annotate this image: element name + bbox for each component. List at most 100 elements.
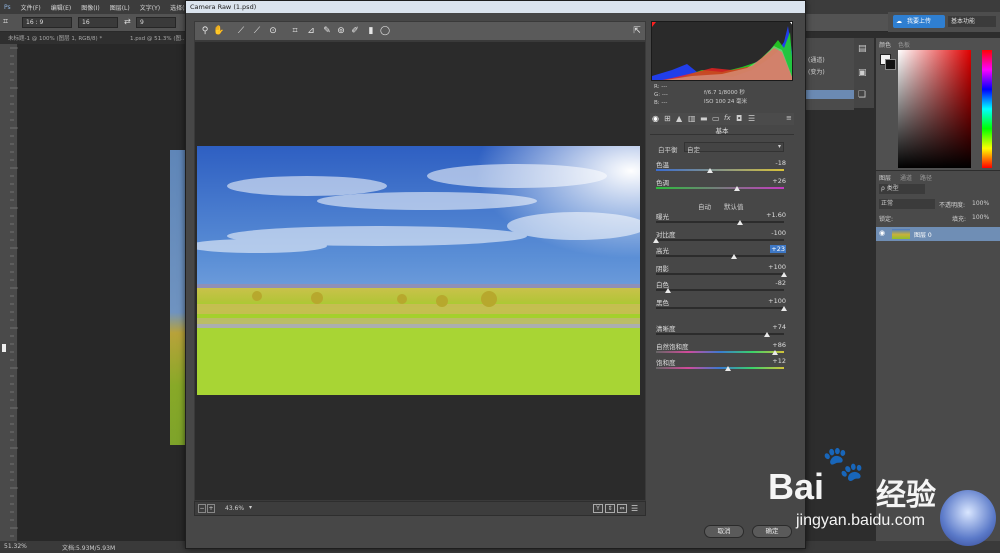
lens-tab-icon[interactable]: ▭ xyxy=(712,114,720,123)
open-preferences-icon[interactable]: ⇱ xyxy=(631,25,643,37)
slider-track[interactable] xyxy=(656,187,784,189)
white-balance-select[interactable]: 自定 ▾ xyxy=(684,142,784,154)
graduated-filter-icon[interactable]: ▮ xyxy=(365,25,377,37)
background-color-swatch[interactable] xyxy=(885,59,896,70)
tone-curve-tab-icon[interactable]: ⊞ xyxy=(664,114,671,123)
color-sampler-icon[interactable]: ⟋ xyxy=(251,25,263,37)
panel-menu-icon[interactable]: ≡ xyxy=(786,114,792,122)
slider-track[interactable] xyxy=(656,221,784,223)
slider-track[interactable] xyxy=(656,239,784,241)
slider-track[interactable] xyxy=(656,307,784,309)
slider-track[interactable] xyxy=(656,289,784,291)
slider-thumb[interactable] xyxy=(733,186,740,191)
fx-tab-icon[interactable]: fx xyxy=(724,114,731,122)
color-tab[interactable]: 颜色 xyxy=(879,40,891,49)
white-balance-tool-icon[interactable]: ⟋ xyxy=(235,25,247,37)
highlight-clipping-icon[interactable] xyxy=(790,22,793,27)
slider-thumb[interactable] xyxy=(737,220,744,225)
width-input[interactable]: 16 xyxy=(78,17,118,28)
swap-settings-icon[interactable]: ⇕ xyxy=(605,504,615,513)
tab-paths[interactable]: 路径 xyxy=(920,173,932,182)
blend-mode-select[interactable]: 正常 xyxy=(879,199,935,209)
camera-calibration-tab-icon[interactable]: ◘ xyxy=(736,114,742,123)
basic-tab-icon[interactable]: ◉ xyxy=(652,114,659,123)
slider-thumb[interactable] xyxy=(772,350,779,355)
menu-file[interactable]: 文件(F) xyxy=(21,3,41,12)
default-link[interactable]: 默认值 xyxy=(724,201,744,211)
foreground-swatch-icon[interactable] xyxy=(2,344,6,352)
slider-track[interactable] xyxy=(656,255,784,257)
doc-tab-untitled[interactable]: 未标题-1 @ 100% (图层 1, RGB/8) * xyxy=(8,34,102,42)
slider-thumb[interactable] xyxy=(706,168,713,173)
auto-link[interactable]: 自动 xyxy=(698,201,711,211)
layer-kind-filter[interactable]: ρ 类型 xyxy=(879,184,925,194)
slider-thumb[interactable] xyxy=(781,272,787,277)
before-after-icon[interactable]: Y xyxy=(593,504,603,513)
slider-value[interactable]: +23 xyxy=(770,245,786,253)
radial-filter-icon[interactable]: ◯ xyxy=(379,25,391,37)
zoom-dropdown-icon[interactable]: ▾ xyxy=(249,504,252,511)
preview-photo[interactable] xyxy=(197,146,640,395)
swatches-tab[interactable]: 色板 xyxy=(898,40,910,49)
tab-channels[interactable]: 通道 xyxy=(900,173,912,182)
workspace-select[interactable]: 基本功能 xyxy=(948,16,996,27)
shadow-clipping-icon[interactable] xyxy=(652,22,656,27)
layer-row[interactable]: ◉ 图层 0 xyxy=(876,227,1000,241)
zoom-in-icon[interactable]: + xyxy=(207,504,215,513)
eye-icon[interactable]: ◉ xyxy=(879,229,885,237)
detail-tab-icon[interactable]: ▲ xyxy=(676,114,682,123)
zoom-readout[interactable]: 51.32% xyxy=(4,543,27,550)
straighten-icon[interactable]: ⊿ xyxy=(305,25,317,37)
hand-tool-icon[interactable]: ✋ xyxy=(213,25,225,37)
slider-thumb[interactable] xyxy=(724,366,731,371)
slider-value[interactable]: -100 xyxy=(771,229,786,237)
swap-icon[interactable]: ⇄ xyxy=(124,17,131,26)
slider-value[interactable]: +74 xyxy=(772,323,786,331)
spot-removal-icon[interactable]: ✎ xyxy=(321,25,333,37)
split-toning-tab-icon[interactable]: ▬ xyxy=(700,114,708,123)
slider-value[interactable]: -18 xyxy=(775,159,786,167)
menu-edit[interactable]: 编辑(E) xyxy=(51,3,71,12)
crop-icon[interactable]: ⌗ xyxy=(289,25,301,37)
presets-tab-icon[interactable]: ☰ xyxy=(748,114,755,123)
slider-track[interactable] xyxy=(656,367,784,369)
targeted-adjustment-icon[interactable]: ⊙ xyxy=(267,25,279,37)
fill-value[interactable]: 100% xyxy=(972,214,989,221)
zoom-tool-icon[interactable]: ⚲ xyxy=(199,25,211,37)
height-input[interactable]: 9 xyxy=(136,17,176,28)
red-eye-icon[interactable]: ⊚ xyxy=(335,25,347,37)
layer-name[interactable]: 图层 0 xyxy=(914,230,932,239)
slider-value[interactable]: +100 xyxy=(768,263,786,271)
crop-tool-icon[interactable]: ⌗ xyxy=(3,17,8,27)
copy-settings-icon[interactable]: ⇔ xyxy=(617,504,627,513)
view-settings-icon[interactable]: ☰ xyxy=(631,504,638,513)
tab-layers[interactable]: 图层 xyxy=(879,173,891,182)
slider-value[interactable]: +86 xyxy=(772,341,786,349)
zoom-level[interactable]: 43.6% xyxy=(225,505,244,512)
hsl-tab-icon[interactable]: ▥ xyxy=(688,114,696,123)
menu-image[interactable]: 图像(I) xyxy=(81,3,99,12)
slider-thumb[interactable] xyxy=(781,306,787,311)
slider-value[interactable]: -82 xyxy=(775,279,786,287)
slider-thumb[interactable] xyxy=(653,238,659,243)
panel-c-icon[interactable]: ❏ xyxy=(858,90,866,100)
cancel-button[interactable]: 取消 xyxy=(704,525,744,538)
slider-value[interactable]: +12 xyxy=(772,357,786,365)
menu-icon[interactable]: Ps xyxy=(4,4,11,11)
menu-type[interactable]: 文字(Y) xyxy=(140,3,160,12)
panel-b-icon[interactable]: ▣ xyxy=(858,68,867,78)
panel-a-icon[interactable]: ▤ xyxy=(858,44,867,54)
slider-track[interactable] xyxy=(656,351,784,353)
color-field[interactable] xyxy=(898,50,971,168)
menu-layer[interactable]: 图层(L) xyxy=(110,3,130,12)
opacity-value[interactable]: 100% xyxy=(972,200,989,207)
slider-thumb[interactable] xyxy=(731,254,738,259)
slider-value[interactable]: +26 xyxy=(772,177,786,185)
doc-tab-1psd[interactable]: 1.psd @ 51.3% (图... xyxy=(130,34,186,42)
hue-bar[interactable] xyxy=(982,50,992,168)
slider-value[interactable]: +1.60 xyxy=(766,211,786,219)
slider-thumb[interactable] xyxy=(764,332,771,337)
slider-track[interactable] xyxy=(656,169,784,171)
adjustment-brush-icon[interactable]: ✐ xyxy=(349,25,361,37)
zoom-out-icon[interactable]: − xyxy=(198,504,206,513)
